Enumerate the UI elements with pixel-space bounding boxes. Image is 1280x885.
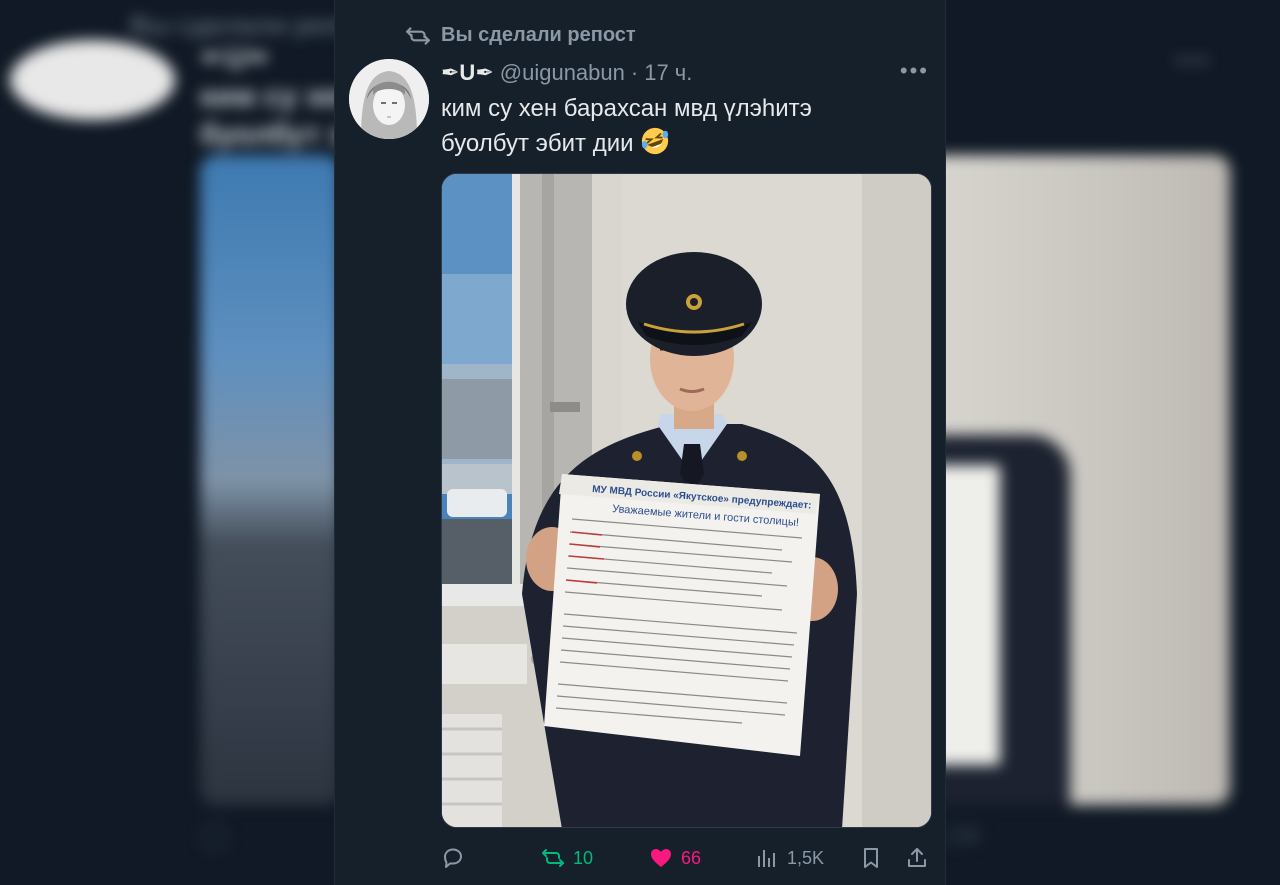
retweet-button[interactable]: 10 [541, 840, 593, 876]
action-bar: 10 66 1,5K [441, 840, 932, 876]
tweet-card: Вы сделали репост ✒U✒ @uigunabun · 17 ч.… [334, 0, 946, 885]
repost-banner[interactable]: Вы сделали репост [405, 24, 636, 47]
separator-dot: · [630, 60, 639, 85]
reply-icon [444, 848, 462, 868]
tweet-photo[interactable]: МУ МВД России «Якутское» предупреждает: … [441, 173, 932, 828]
tweet-text-line-2: буолбут эбит дии [441, 130, 634, 157]
blurred-avatar [10, 40, 175, 120]
blurred-more-icon: ••• [1175, 45, 1212, 75]
bookmark-icon [864, 848, 878, 868]
blurred-photo-left [200, 155, 340, 805]
tweet-text-line-1: ким су хен барахсан мвд үлэhитэ [441, 95, 812, 122]
timestamp[interactable]: 17 ч. [644, 60, 692, 86]
more-options-icon[interactable]: ••• [900, 58, 929, 84]
views-button[interactable]: 1,5K [755, 840, 824, 876]
views-count: 1,5K [787, 847, 825, 868]
repost-icon [406, 26, 430, 45]
avatar[interactable] [349, 59, 429, 139]
repost-banner-label: Вы сделали репост [441, 24, 636, 46]
tweet-text: ким су хен барахсан мвд үлэhитэ буолбут … [441, 92, 921, 161]
blurred-photo-right [920, 155, 1230, 805]
heart-icon [651, 849, 671, 867]
rofl-emoji-icon [642, 127, 669, 155]
views-icon [758, 850, 775, 867]
retweet-icon [542, 849, 564, 867]
share-button[interactable] [905, 840, 929, 876]
tweet-header: ✒U✒ @uigunabun · 17 ч. [441, 58, 692, 88]
retweet-count: 10 [573, 847, 594, 868]
like-button[interactable]: 66 [649, 840, 701, 876]
share-icon [908, 848, 926, 867]
like-count: 66 [681, 847, 702, 868]
blurred-action-bar: ◯ [200, 820, 230, 850]
user-handle[interactable]: @uigunabun [500, 60, 625, 86]
display-name[interactable]: ✒U✒ [441, 60, 494, 86]
bookmark-button[interactable] [859, 840, 883, 876]
reply-button[interactable] [441, 840, 473, 876]
